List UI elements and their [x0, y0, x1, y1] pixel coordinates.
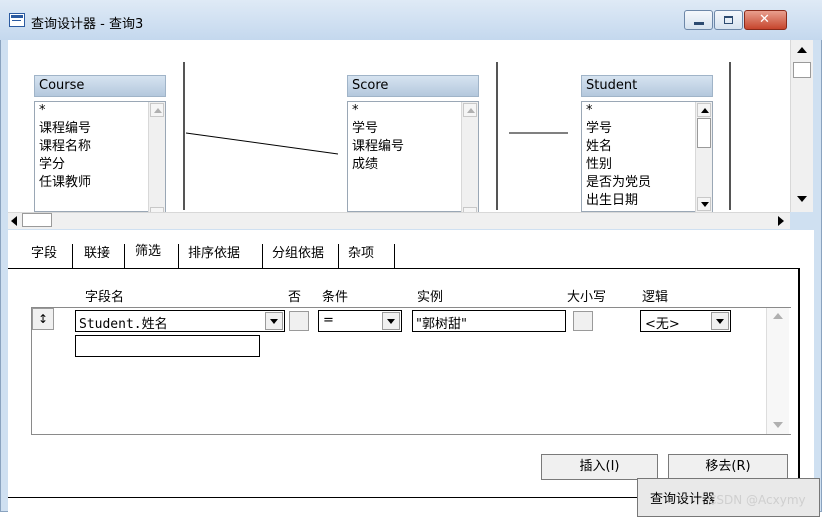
tab-fields[interactable]: 字段 [25, 242, 63, 266]
tab-order-by[interactable]: 排序依据 [182, 242, 246, 266]
condition-combo[interactable]: = [318, 310, 402, 332]
student-list-scrollbar[interactable] [695, 102, 712, 212]
logic-combo[interactable]: <无> [640, 310, 731, 332]
tab-filter[interactable]: 筛选 [129, 240, 168, 264]
close-icon: ✕ [759, 12, 770, 27]
field-item[interactable]: * [39, 103, 46, 119]
header-logic: 逻辑 [642, 290, 669, 305]
scroll-thumb[interactable] [697, 118, 711, 148]
scroll-right-icon[interactable] [778, 216, 784, 226]
score-table-header[interactable]: Score [347, 75, 479, 97]
scroll-thumb[interactable] [793, 62, 811, 78]
maximize-button[interactable] [714, 10, 743, 30]
chevron-down-icon[interactable] [265, 312, 283, 330]
tab-divider [394, 244, 395, 268]
watermark: CSDN @Acxymy [708, 493, 806, 507]
scroll-up-icon[interactable] [150, 103, 164, 117]
grid-scrollbar[interactable] [766, 308, 789, 434]
field-item[interactable]: 是否为党员 [586, 175, 651, 191]
join-line-course-score[interactable] [185, 132, 339, 155]
header-field-name: 字段名 [85, 290, 125, 305]
scroll-down-icon[interactable] [773, 422, 783, 428]
field-item[interactable]: 学号 [352, 121, 378, 137]
course-table-header[interactable]: Course [34, 75, 166, 97]
scroll-down-icon[interactable] [797, 196, 807, 202]
tab-group-by[interactable]: 分组依据 [266, 242, 330, 266]
maximize-icon [724, 16, 733, 24]
course-list-scrollbar[interactable] [148, 102, 165, 212]
field-item[interactable]: 课程编号 [352, 139, 404, 155]
field-item[interactable]: 学分 [39, 157, 65, 173]
field-item[interactable]: 课程编号 [39, 121, 91, 137]
student-table-header[interactable]: Student [581, 75, 713, 97]
field-item[interactable]: 出生日期 [586, 193, 638, 209]
scroll-up-icon[interactable] [773, 313, 783, 319]
scroll-thumb[interactable] [22, 213, 52, 227]
header-example: 实例 [417, 290, 444, 305]
logic-value: <无> [645, 317, 680, 332]
scroll-left-icon[interactable] [11, 216, 17, 226]
row-move-handle[interactable]: ↕ [32, 308, 54, 330]
course-field-list[interactable]: * 课程编号 课程名称 学分 任课教师 [34, 101, 166, 212]
field-item[interactable]: 任课教师 [39, 175, 91, 191]
condition-value: = [323, 313, 334, 328]
scroll-up-icon[interactable] [797, 47, 807, 53]
remove-button[interactable]: 移去(R) [668, 454, 788, 480]
popup-title: 查询设计器 [650, 492, 716, 507]
query-designer-icon [9, 13, 25, 27]
field-item[interactable]: 成绩 [352, 157, 378, 173]
case-checkbox[interactable] [573, 311, 593, 331]
tab-divider [72, 244, 73, 268]
tab-divider [124, 244, 125, 268]
window-title: 查询设计器 - 查询3 [31, 17, 144, 32]
field-item[interactable]: 学号 [586, 121, 612, 137]
field-item[interactable]: * [586, 103, 593, 119]
field-name-combo[interactable]: Student.姓名 [75, 310, 285, 332]
field-item[interactable]: 性别 [586, 157, 612, 173]
student-field-list[interactable]: * 学号 姓名 性别 是否为党员 出生日期 [581, 101, 713, 212]
scroll-down-icon[interactable] [697, 197, 711, 211]
title-bar[interactable]: 查询设计器 - 查询3 ✕ [0, 0, 822, 40]
example-value: "郭树甜" [416, 317, 467, 332]
tab-divider [262, 244, 263, 268]
tab-panel-border [8, 268, 799, 269]
tab-panel-border [798, 268, 800, 490]
close-button[interactable]: ✕ [744, 10, 787, 30]
chevron-down-icon[interactable] [711, 312, 729, 330]
field-item[interactable]: * [352, 103, 359, 119]
field-name-value: Student.姓名 [79, 317, 168, 332]
table-diagram-pane[interactable]: Course * 课程编号 课程名称 学分 任课教师 Score * 学号 课程… [8, 40, 790, 212]
field-name-dropdown-list[interactable] [75, 335, 260, 357]
scroll-up-icon[interactable] [697, 103, 711, 117]
minimize-icon [694, 22, 704, 25]
tab-divider [338, 244, 339, 268]
tab-misc[interactable]: 杂项 [342, 242, 380, 266]
diagram-horizontal-scrollbar[interactable] [8, 212, 790, 229]
not-checkbox[interactable] [289, 311, 309, 331]
tab-joins[interactable]: 联接 [78, 242, 116, 266]
header-not: 否 [288, 290, 302, 305]
example-input[interactable]: "郭树甜" [412, 310, 566, 332]
header-case: 大小写 [567, 290, 607, 305]
tab-divider [178, 244, 179, 268]
minimize-button[interactable] [684, 10, 713, 30]
diagram-vertical-scrollbar[interactable] [790, 40, 813, 212]
header-condition: 条件 [322, 290, 349, 305]
field-item[interactable]: 姓名 [586, 139, 612, 155]
score-field-list[interactable]: * 学号 课程编号 成绩 [347, 101, 479, 212]
chevron-down-icon[interactable] [382, 312, 400, 330]
field-item[interactable]: 课程名称 [39, 139, 91, 155]
insert-button[interactable]: 插入(I) [541, 454, 658, 480]
scroll-up-icon[interactable] [463, 103, 477, 117]
score-list-scrollbar[interactable] [461, 102, 478, 212]
